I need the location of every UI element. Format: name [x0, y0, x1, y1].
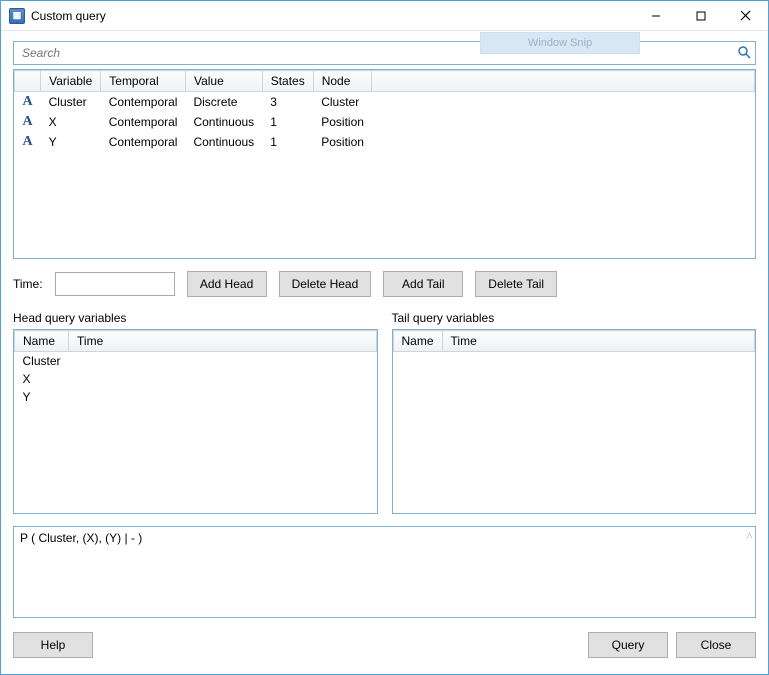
close-window-button[interactable]	[723, 1, 768, 30]
scroll-up-icon[interactable]: ˄	[746, 529, 753, 543]
head-col-name[interactable]: Name	[15, 331, 69, 352]
list-item[interactable]: X	[15, 370, 377, 388]
head-query-panel: Head query variables Name Time Cluster X	[13, 311, 378, 514]
expression-box[interactable]: P ( Cluster, (X), (Y) | - ) ˄	[13, 526, 756, 618]
cell-states: 1	[262, 132, 313, 152]
table-row[interactable]: A Cluster Contemporal Discrete 3 Cluster	[15, 92, 755, 113]
variable-type-icon: A	[15, 92, 41, 113]
minimize-button[interactable]	[633, 1, 678, 30]
col-variable[interactable]: Variable	[41, 71, 101, 92]
time-label: Time:	[13, 277, 43, 291]
head-cell-name: X	[15, 370, 69, 388]
cell-variable: Cluster	[41, 92, 101, 113]
col-value[interactable]: Value	[185, 71, 262, 92]
expression-text: P ( Cluster, (X), (Y) | - )	[20, 531, 142, 545]
tail-col-time[interactable]: Time	[442, 331, 754, 352]
variables-table[interactable]: Variable Temporal Value States Node A Cl…	[14, 70, 755, 152]
head-cell-time	[69, 352, 376, 371]
bottom-bar: Help Query Close	[13, 632, 756, 658]
list-item[interactable]: Y	[15, 388, 377, 406]
cell-node: Cluster	[313, 92, 372, 113]
app-icon: ▦	[9, 8, 25, 24]
delete-tail-button[interactable]: Delete Tail	[475, 271, 557, 297]
cell-temporal: Contemporal	[101, 112, 186, 132]
col-temporal[interactable]: Temporal	[101, 71, 186, 92]
tail-query-label: Tail query variables	[392, 311, 757, 325]
search-icon[interactable]	[737, 45, 751, 62]
window-title: Custom query	[31, 9, 106, 23]
search-box[interactable]	[13, 41, 756, 65]
cell-variable: Y	[41, 132, 101, 152]
time-input[interactable]	[55, 272, 175, 296]
help-button[interactable]: Help	[13, 632, 93, 658]
delete-head-button[interactable]: Delete Head	[279, 271, 372, 297]
tail-col-name[interactable]: Name	[393, 331, 442, 352]
close-button[interactable]: Close	[676, 632, 756, 658]
head-cell-time	[69, 388, 376, 406]
add-head-button[interactable]: Add Head	[187, 271, 267, 297]
col-states[interactable]: States	[262, 71, 313, 92]
cell-node: Position	[313, 112, 372, 132]
tail-list[interactable]: Name Time	[392, 329, 757, 514]
cell-value: Discrete	[185, 92, 262, 113]
cell-temporal: Contemporal	[101, 92, 186, 113]
variable-type-icon: A	[15, 112, 41, 132]
cell-states: 1	[262, 112, 313, 132]
search-input[interactable]	[20, 45, 737, 61]
add-tail-button[interactable]: Add Tail	[383, 271, 463, 297]
query-button[interactable]: Query	[588, 632, 668, 658]
col-node[interactable]: Node	[313, 71, 372, 92]
tail-query-panel: Tail query variables Name Time	[392, 311, 757, 514]
col-icon[interactable]	[15, 71, 41, 92]
table-row[interactable]: A Y Contemporal Continuous 1 Position	[15, 132, 755, 152]
cell-value: Continuous	[185, 132, 262, 152]
head-query-label: Head query variables	[13, 311, 378, 325]
head-cell-time	[69, 370, 376, 388]
title-bar: ▦ Custom query	[1, 1, 768, 31]
list-item[interactable]: Cluster	[15, 352, 377, 371]
cell-variable: X	[41, 112, 101, 132]
cell-node: Position	[313, 132, 372, 152]
maximize-icon	[696, 11, 706, 21]
head-cell-name: Cluster	[15, 352, 69, 371]
maximize-button[interactable]	[678, 1, 723, 30]
table-row[interactable]: A X Contemporal Continuous 1 Position	[15, 112, 755, 132]
cell-states: 3	[262, 92, 313, 113]
variables-table-panel: Variable Temporal Value States Node A Cl…	[13, 69, 756, 259]
minimize-icon	[651, 11, 661, 21]
cell-value: Continuous	[185, 112, 262, 132]
head-list[interactable]: Name Time Cluster X Y	[13, 329, 378, 514]
variable-type-icon: A	[15, 132, 41, 152]
head-cell-name: Y	[15, 388, 69, 406]
close-icon	[740, 10, 751, 21]
head-col-time[interactable]: Time	[69, 331, 376, 352]
time-row: Time: Add Head Delete Head Add Tail Dele…	[13, 271, 756, 297]
cell-temporal: Contemporal	[101, 132, 186, 152]
col-filler	[372, 71, 755, 92]
